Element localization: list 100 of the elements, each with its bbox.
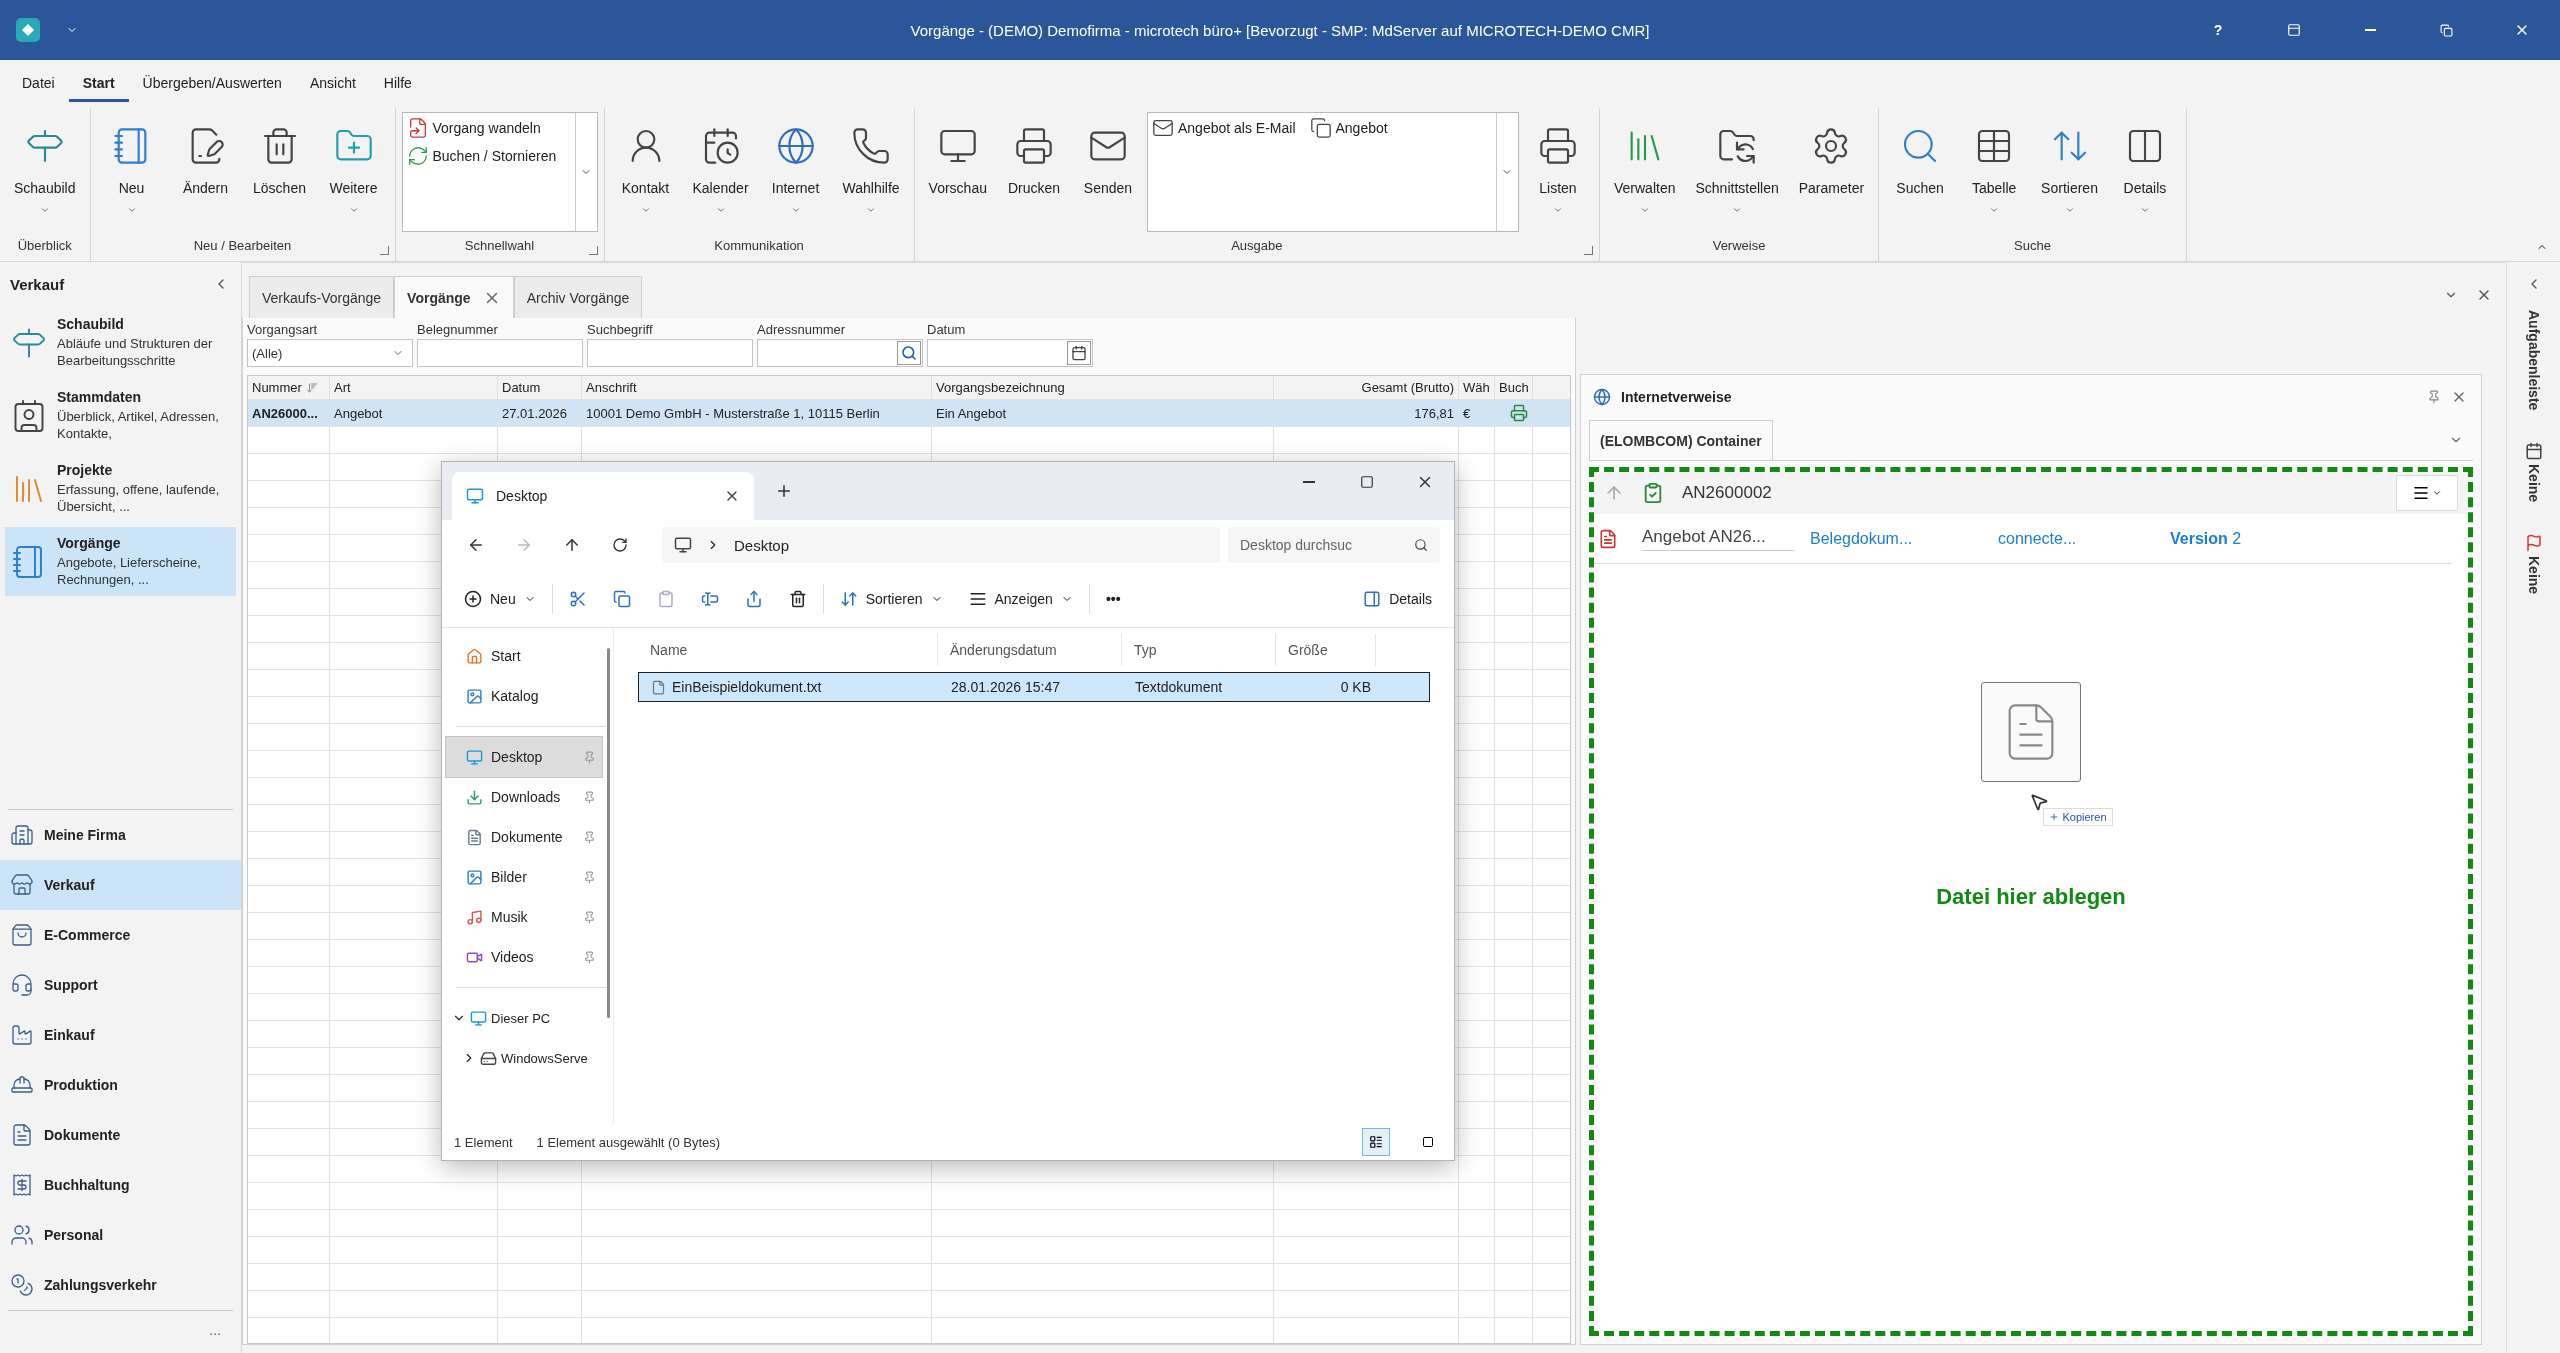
- nav-item[interactable]: Bilder: [446, 857, 602, 897]
- ribbon-button[interactable]: Weitere: [318, 108, 389, 232]
- nav-item[interactable]: Downloads: [446, 777, 602, 817]
- select-field[interactable]: (Alle): [247, 339, 413, 367]
- area-item[interactable]: Einkauf: [0, 1010, 241, 1060]
- area-item[interactable]: Buchhaltung: [0, 1160, 241, 1210]
- calendar-button[interactable]: [1067, 341, 1091, 365]
- input-field[interactable]: [757, 339, 923, 367]
- date-field[interactable]: [927, 339, 1093, 367]
- document-tab[interactable]: Verkaufs-Vorgänge: [249, 276, 395, 318]
- area-item[interactable]: Verkauf: [0, 860, 241, 910]
- ribbon-button[interactable]: Vorschau: [920, 108, 995, 232]
- table-cell: €: [1459, 400, 1495, 426]
- column-header[interactable]: Nummer: [248, 376, 330, 399]
- column-header[interactable]: Gesamt (Brutto): [1274, 376, 1459, 399]
- input-field[interactable]: [587, 339, 753, 367]
- gallery-item[interactable]: Angebot als E-Mail: [1152, 117, 1296, 139]
- tree-item[interactable]: WindowsServe: [446, 1038, 602, 1078]
- column-header[interactable]: Datum: [498, 376, 582, 399]
- dialog-launcher-icon[interactable]: [588, 246, 598, 255]
- nav-item[interactable]: Musik: [446, 897, 602, 937]
- ribbon-button[interactable]: Kalender: [684, 108, 757, 232]
- dialog-launcher-icon[interactable]: [379, 246, 389, 255]
- ribbon-button[interactable]: Kontakt: [610, 108, 681, 232]
- document-tab[interactable]: Archiv Vorgänge: [513, 276, 643, 318]
- ribbon-button[interactable]: Neu: [96, 108, 167, 232]
- column-header[interactable]: Wäh: [1459, 376, 1495, 399]
- ribbon-button[interactable]: Suchen: [1885, 108, 1956, 232]
- document-name: Angebot AN26...: [1642, 526, 1794, 551]
- new-button[interactable]: Neu: [454, 578, 546, 619]
- table-row[interactable]: AN26000... Angebot 27.01.2026 10001 Demo GmbH - Musterstraße 1, 10115 Berlin Ein Angebot 176,81 €: [248, 400, 1570, 427]
- explorer-tab[interactable]: Desktop: [452, 472, 754, 520]
- document-globe-icon: [1593, 388, 1611, 406]
- module-item[interactable]: Schaubild Abläufe und Strukturen der Bearbeitungsschritte: [5, 308, 236, 377]
- more-button[interactable]: •••: [1095, 578, 1131, 619]
- input-field[interactable]: [417, 339, 583, 367]
- details-button[interactable]: Details: [1353, 578, 1442, 619]
- view-button[interactable]: Anzeigen: [958, 578, 1083, 619]
- area-item[interactable]: Zahlungsverkehr: [0, 1260, 241, 1310]
- panel-tab[interactable]: (ELOMBCOM) Container: [1589, 420, 1773, 460]
- ribbon-button[interactable]: Löschen: [244, 108, 315, 232]
- source-link[interactable]: connecte...: [1998, 529, 2170, 548]
- area-item[interactable]: Personal: [0, 1210, 241, 1260]
- ribbon-button[interactable]: Sortieren: [2033, 108, 2106, 232]
- search-button[interactable]: [897, 341, 921, 365]
- module-item[interactable]: Vorgänge Angebote, Lieferscheine, Rechnungen, ...: [5, 527, 236, 596]
- nav-item[interactable]: Dokumente: [446, 817, 602, 857]
- area-item[interactable]: Support: [0, 960, 241, 1010]
- area-item[interactable]: Dokumente: [0, 1110, 241, 1160]
- area-item[interactable]: Meine Firma: [0, 810, 241, 860]
- ribbon-button[interactable]: Schaubild: [6, 108, 84, 232]
- column-header[interactable]: Anschrift: [582, 376, 932, 399]
- nav-item[interactable]: Katalog: [446, 676, 602, 716]
- ribbon-tab[interactable]: Datei: [8, 75, 69, 102]
- column-header[interactable]: Typ: [1122, 634, 1276, 666]
- ribbon-button[interactable]: Senden: [1073, 108, 1143, 232]
- ribbon-button[interactable]: Details: [2109, 108, 2180, 232]
- ribbon-tab[interactable]: Ansicht: [295, 75, 370, 102]
- column-header[interactable]: Art: [330, 376, 498, 399]
- ribbon-button[interactable]: Wahlhilfe: [834, 108, 908, 232]
- pin-icon[interactable]: [2427, 390, 2441, 404]
- ribbon-button[interactable]: Internet: [760, 108, 831, 232]
- download-icon: [466, 788, 483, 806]
- help-button[interactable]: ?: [2180, 0, 2256, 60]
- ribbon-tab[interactable]: Übergeben/Auswerten: [128, 75, 296, 102]
- area-item[interactable]: E-Commerce: [0, 910, 241, 960]
- column-header[interactable]: Änderungsdatum: [938, 634, 1122, 666]
- module-item[interactable]: Projekte Erfassung, offene, laufende, Übersicht, ...: [5, 454, 236, 523]
- ribbon-button[interactable]: Drucken: [999, 108, 1069, 232]
- text-cursor-icon: [700, 589, 719, 608]
- file-row[interactable]: EinBeispieldokument.txt 28.01.2026 15:47 Textdokument 0 KB: [638, 672, 1430, 702]
- ribbon-button[interactable]: Parameter: [1790, 108, 1873, 232]
- ribbon-button[interactable]: Listen: [1523, 108, 1593, 232]
- module-item[interactable]: Stammdaten Überblick, Artikel, Adressen, Kontakte,: [5, 381, 236, 450]
- address-bar[interactable]: Desktop: [662, 527, 1220, 563]
- list-view-button[interactable]: [1362, 1128, 1390, 1156]
- area-item[interactable]: Produktion: [0, 1060, 241, 1110]
- nav-item[interactable]: Videos: [446, 937, 602, 977]
- column-header[interactable]: Vorgangsbezeichnung: [932, 376, 1274, 399]
- column-header[interactable]: Name: [638, 634, 938, 666]
- sort-button[interactable]: Sortieren: [829, 578, 953, 619]
- search-field[interactable]: Desktop durchsuc: [1228, 527, 1440, 563]
- ribbon-button[interactable]: Ändern: [170, 108, 241, 232]
- column-header[interactable]: Größe: [1276, 634, 1376, 666]
- nav-item[interactable]: Desktop: [446, 737, 602, 777]
- gallery-item[interactable]: Vorgang wandeln: [406, 117, 541, 139]
- dialog-launcher-icon[interactable]: [1584, 246, 1593, 255]
- tree-item[interactable]: Dieser PC: [446, 998, 602, 1038]
- document-tab[interactable]: Vorgänge: [394, 276, 514, 318]
- nav-item[interactable]: Start: [446, 636, 602, 676]
- ribbon-button[interactable]: Verwalten: [1606, 108, 1684, 232]
- more-button[interactable]: ...: [203, 1321, 227, 1339]
- menu-button[interactable]: [2396, 475, 2458, 511]
- ribbon-button[interactable]: Schnittstellen: [1687, 108, 1787, 232]
- column-header[interactable]: Buch: [1495, 376, 1533, 399]
- category-link[interactable]: Belegdokum...: [1810, 529, 1982, 548]
- ribbon-tab[interactable]: Hilfe: [369, 75, 426, 102]
- gallery-item[interactable]: Buchen / Stornieren: [406, 145, 557, 167]
- gallery-item[interactable]: Angebot: [1309, 117, 1388, 139]
- ribbon-button[interactable]: Tabelle: [1959, 108, 2030, 232]
